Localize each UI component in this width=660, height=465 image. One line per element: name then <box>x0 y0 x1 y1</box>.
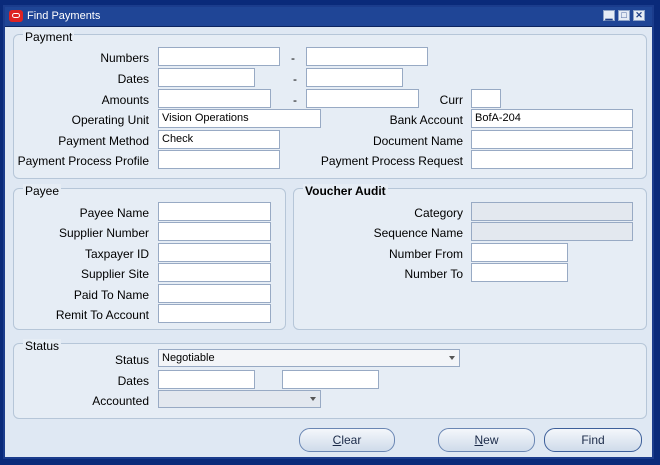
curr-label: Curr <box>439 93 463 107</box>
accounted-dropdown[interactable] <box>158 390 321 408</box>
taxpayer-id-label: Taxpayer ID <box>84 247 149 261</box>
payment-method-field[interactable]: Check <box>158 130 280 149</box>
new-button[interactable]: New <box>438 428 535 452</box>
remit-to-account-label: Remit To Account <box>55 308 149 322</box>
status-value: Negotiable <box>162 352 215 364</box>
close-icon[interactable]: ✕ <box>633 10 645 21</box>
taxpayer-id-field[interactable] <box>158 243 271 262</box>
accounted-label: Accounted <box>92 394 149 408</box>
clear-label: lear <box>341 433 362 447</box>
payment-process-profile-label: Payment Process Profile <box>17 154 149 168</box>
payment-process-profile-field[interactable] <box>158 150 280 169</box>
chevron-down-icon <box>310 397 316 401</box>
amount-to-field[interactable] <box>306 89 419 108</box>
chevron-down-icon <box>449 356 455 360</box>
number-from-label: Number From <box>388 247 463 261</box>
number-from-field[interactable] <box>158 47 280 66</box>
payee-name-field[interactable] <box>158 202 271 221</box>
date-to-field[interactable] <box>306 68 403 87</box>
dates-label: Dates <box>117 72 149 86</box>
voucher-audit-legend: Voucher Audit <box>303 184 388 198</box>
sequence-name-field[interactable] <box>471 222 633 241</box>
payee-name-label: Payee Name <box>79 206 149 220</box>
window-title: Find Payments <box>27 10 101 22</box>
oracle-logo-icon <box>9 10 23 22</box>
payment-legend: Payment <box>23 30 75 44</box>
supplier-site-field[interactable] <box>158 263 271 282</box>
numbers-dash: - <box>291 51 295 65</box>
supplier-site-label: Supplier Site <box>80 267 149 281</box>
payment-method-label: Payment Method <box>58 134 149 148</box>
new-label: ew <box>483 433 499 447</box>
sequence-name-label: Sequence Name <box>373 226 463 240</box>
remit-to-account-field[interactable] <box>158 304 271 323</box>
status-label: Status <box>114 353 149 367</box>
date-from-field[interactable] <box>158 68 255 87</box>
minimize-icon[interactable]: ▁ <box>603 10 615 21</box>
dates-dash: - <box>293 72 297 86</box>
maximize-icon[interactable]: □ <box>618 10 630 21</box>
find-payments-window: Find Payments ▁ □ ✕ Payment Numbers - Da… <box>3 5 654 459</box>
operating-unit-label: Operating Unit <box>71 113 149 127</box>
status-dates-label: Dates <box>117 374 149 388</box>
supplier-number-label: Supplier Number <box>58 226 149 240</box>
status-legend: Status <box>23 339 62 353</box>
find-button[interactable]: Find <box>544 428 642 452</box>
category-label: Category <box>414 206 463 220</box>
document-name-label: Document Name <box>372 134 463 148</box>
bank-account-field[interactable]: BofA-204 <box>471 109 633 128</box>
currency-field[interactable] <box>471 89 501 108</box>
document-name-field[interactable] <box>471 130 633 149</box>
number-to-label: Number To <box>404 267 463 281</box>
paid-to-name-label: Paid To Name <box>73 288 149 302</box>
operating-unit-field[interactable]: Vision Operations <box>158 109 321 128</box>
title-bar: Find Payments ▁ □ ✕ <box>5 7 652 27</box>
supplier-number-field[interactable] <box>158 222 271 241</box>
payee-legend: Payee <box>23 184 62 198</box>
clear-button[interactable]: Clear <box>299 428 395 452</box>
status-dropdown[interactable]: Negotiable <box>158 349 460 367</box>
amounts-dash: - <box>293 93 297 107</box>
paid-to-name-field[interactable] <box>158 284 271 303</box>
status-date-to-field[interactable] <box>282 370 379 389</box>
voucher-number-to-field[interactable] <box>471 263 568 282</box>
numbers-label: Numbers <box>100 51 149 65</box>
new-mnemonic: N <box>474 433 484 447</box>
amount-from-field[interactable] <box>158 89 271 108</box>
status-date-from-field[interactable] <box>158 370 255 389</box>
amounts-label: Amounts <box>101 93 149 107</box>
voucher-number-from-field[interactable] <box>471 243 568 262</box>
number-to-field[interactable] <box>306 47 428 66</box>
bank-account-label: Bank Account <box>389 113 463 127</box>
payment-process-request-field[interactable] <box>471 150 633 169</box>
payment-process-request-label: Payment Process Request <box>320 154 463 168</box>
category-field[interactable] <box>471 202 633 221</box>
